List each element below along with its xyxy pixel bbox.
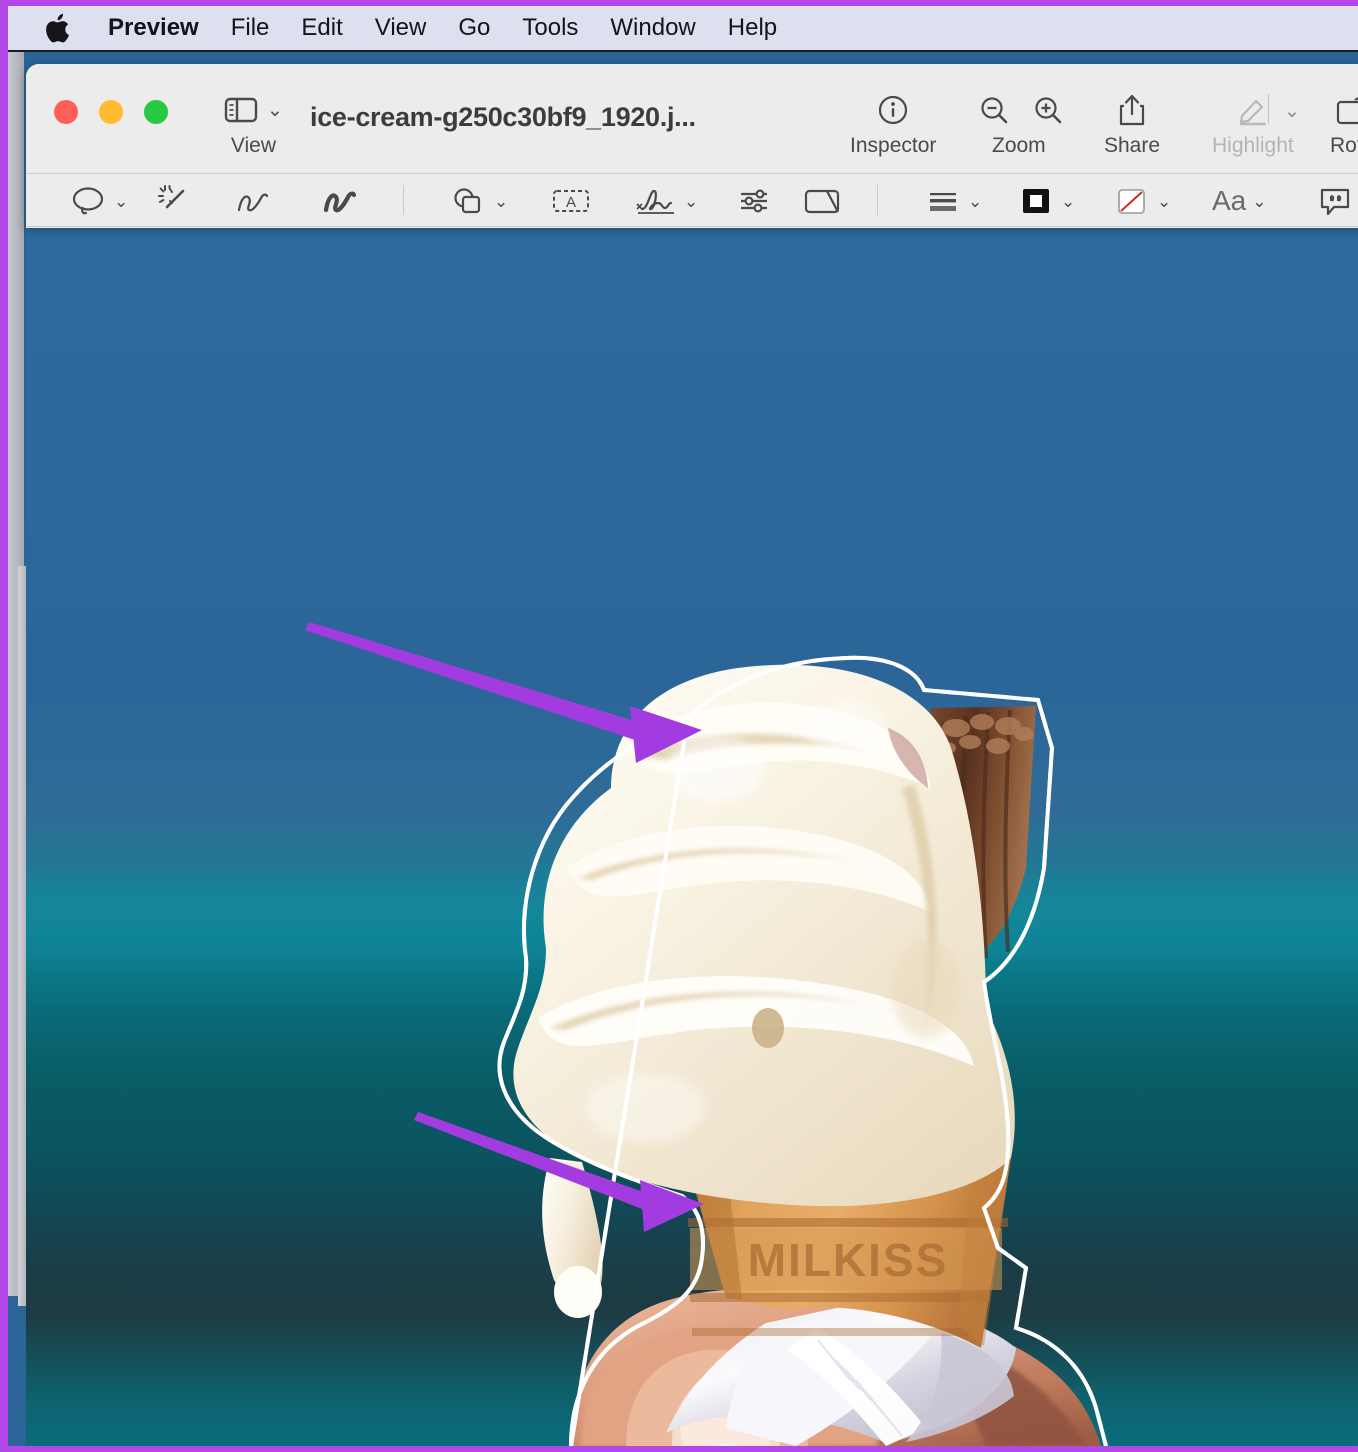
- draw-tool[interactable]: [321, 182, 359, 220]
- shapes-tool[interactable]: ⌄: [450, 182, 508, 220]
- highlight-toolbar-button[interactable]: Highlight: [1212, 90, 1294, 158]
- menu-item-edit[interactable]: Edit: [285, 6, 358, 51]
- image-canvas[interactable]: MILKISS: [26, 228, 1358, 1446]
- text-box-a-icon: A: [553, 190, 589, 212]
- info-circle-icon: [877, 90, 909, 130]
- toolbar-divider: [1268, 94, 1269, 124]
- minimize-button[interactable]: [99, 100, 123, 124]
- lasso-selection-icon: [72, 187, 104, 215]
- border-color-tool[interactable]: ⌄: [1019, 182, 1075, 220]
- rotate-label: Rota: [1330, 134, 1358, 157]
- sketch-squiggle-icon: [237, 193, 269, 212]
- inspector-toolbar-button[interactable]: Inspector: [850, 90, 936, 158]
- speech-bubble-icon: [1320, 188, 1350, 216]
- menu-item-go[interactable]: Go: [442, 6, 506, 51]
- share-toolbar-button[interactable]: Share: [1104, 90, 1160, 158]
- chevron-down-icon[interactable]: ⌄: [114, 193, 128, 210]
- text-tool[interactable]: A: [551, 182, 591, 220]
- font-aa-icon: Aa: [1212, 185, 1247, 216]
- rotate-icon: [1335, 90, 1358, 130]
- svg-text:MILKISS: MILKISS: [748, 1234, 949, 1286]
- background-window-strip-lower: [18, 566, 26, 1306]
- share-icon: [1117, 90, 1147, 130]
- magnifier-minus-icon: [978, 90, 1010, 130]
- magic-wand-icon: [158, 185, 185, 209]
- view-label: View: [230, 134, 277, 157]
- sketch-tool[interactable]: [234, 182, 272, 220]
- instant-alpha-tool[interactable]: [157, 182, 191, 220]
- chevron-down-icon[interactable]: ⌄: [267, 99, 283, 122]
- toolbar-divider: [877, 185, 878, 215]
- fill-color-none-swatch-icon: [1118, 189, 1145, 214]
- preview-window: ⌄ View ice-cream-g250c30bf9_1920.j... In…: [26, 64, 1358, 228]
- inspector-label: Inspector: [850, 134, 937, 157]
- toolbar-divider: [403, 185, 404, 215]
- apple-logo-icon[interactable]: [44, 13, 70, 43]
- document-title: ice-cream-g250c30bf9_1920.j...: [310, 102, 696, 132]
- macos-menubar: Preview File Edit View Go Tools Window H…: [8, 6, 1358, 52]
- share-label: Share: [1104, 134, 1161, 157]
- highlighter-pen-icon: [1236, 90, 1270, 130]
- adjust-size-tool[interactable]: [803, 182, 841, 220]
- traffic-lights: [54, 100, 168, 124]
- desktop-screen: MILKISS ⌄ View ice-cream-g250c30bf9_1920…: [8, 6, 1358, 1446]
- line-weight-icon: [930, 193, 956, 211]
- chevron-down-icon[interactable]: ⌄: [494, 193, 508, 210]
- annotate-tool[interactable]: [1318, 182, 1354, 220]
- highlight-chevron-down-icon[interactable]: ⌄: [1284, 100, 1300, 123]
- magnifier-plus-icon: [1032, 90, 1064, 130]
- close-button[interactable]: [54, 100, 78, 124]
- signature-tool[interactable]: ⌄: [634, 182, 698, 220]
- menu-item-help[interactable]: Help: [712, 6, 793, 51]
- ice-cream-photo: MILKISS: [305, 622, 1108, 1446]
- purple-screenshot-frame: MILKISS ⌄ View ice-cream-g250c30bf9_1920…: [0, 0, 1358, 1452]
- selection-tool[interactable]: ⌄: [70, 182, 128, 220]
- menu-item-window[interactable]: Window: [594, 6, 711, 51]
- annotation-arrow-top[interactable]: [305, 622, 702, 763]
- window-titlebar: ⌄ View ice-cream-g250c30bf9_1920.j... In…: [26, 64, 1358, 174]
- chevron-down-icon[interactable]: ⌄: [1061, 193, 1075, 210]
- menu-item-view[interactable]: View: [359, 6, 443, 51]
- zoom-out-button[interactable]: [978, 90, 1010, 130]
- zoom-label: Zoom: [992, 134, 1046, 157]
- sliders-icon: [741, 189, 767, 213]
- chevron-down-icon[interactable]: ⌄: [1252, 193, 1266, 210]
- svg-text:A: A: [566, 194, 576, 211]
- menu-item-tools[interactable]: Tools: [506, 6, 594, 51]
- text-style-tool[interactable]: Aa ⌄: [1212, 182, 1267, 220]
- chevron-down-icon[interactable]: ⌄: [684, 193, 698, 210]
- chevron-down-icon[interactable]: ⌄: [968, 193, 982, 210]
- zoom-in-button[interactable]: [1032, 90, 1064, 130]
- maximize-button[interactable]: [144, 100, 168, 124]
- rotate-toolbar-button[interactable]: Rota: [1330, 90, 1358, 158]
- shape-style-tool[interactable]: ⌄: [926, 182, 982, 220]
- shapes-icon: [454, 188, 481, 214]
- sidebar-icon: ⌄: [224, 90, 283, 130]
- menu-item-preview[interactable]: Preview: [92, 6, 215, 51]
- menu-item-file[interactable]: File: [215, 6, 286, 51]
- fill-color-tool[interactable]: ⌄: [1115, 182, 1171, 220]
- signature-icon: [636, 189, 674, 214]
- view-toolbar-button[interactable]: ⌄ View: [224, 90, 283, 158]
- adjust-color-tool[interactable]: [737, 182, 773, 220]
- draw-squiggle-icon: [323, 191, 357, 213]
- highlight-label: Highlight: [1212, 134, 1294, 157]
- adjust-size-icon: [804, 189, 840, 214]
- markup-toolbar: ⌄ ⌄ A ⌄ ⌄ ⌄ ⌄ Aa ⌄: [26, 174, 1358, 227]
- chevron-down-icon[interactable]: ⌄: [1157, 193, 1171, 210]
- border-color-swatch-icon: [1023, 189, 1049, 213]
